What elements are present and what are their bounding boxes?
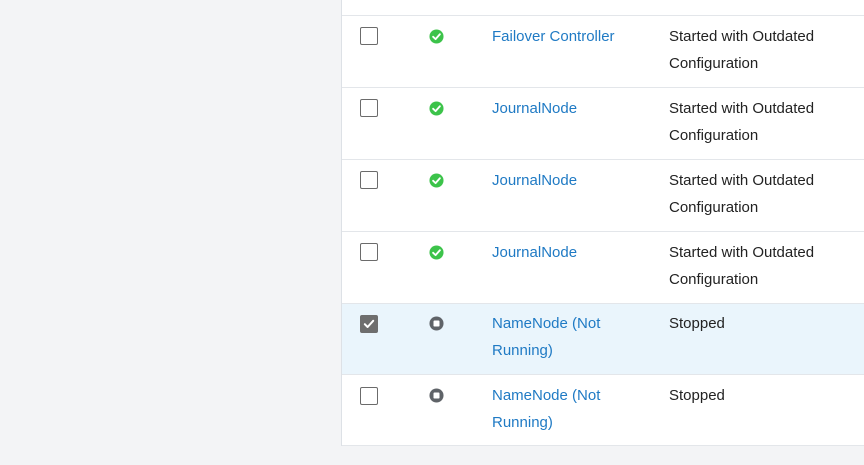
role-state: Started with Outdated Configuration: [669, 100, 815, 144]
table-row[interactable]: NameNode (Not Running) Stopped: [342, 375, 864, 446]
check-circle-icon: [429, 173, 444, 188]
table-row[interactable]: JournalNode Started with Outdated Config…: [342, 232, 864, 304]
table-row[interactable]: JournalNode Started with Outdated Config…: [342, 88, 864, 160]
row-checkbox[interactable]: [360, 243, 378, 261]
roles-table: Failover Controller Started with Outdate…: [341, 0, 864, 446]
row-checkbox[interactable]: [360, 99, 378, 117]
role-state: Started with Outdated Configuration: [669, 28, 815, 72]
table-row-selected[interactable]: NameNode (Not Running) Stopped: [342, 304, 864, 375]
check-circle-icon: [429, 101, 444, 116]
role-name-link[interactable]: JournalNode: [492, 95, 642, 122]
role-state: Stopped: [669, 387, 725, 404]
role-name-link[interactable]: Failover Controller: [492, 23, 642, 50]
row-checkbox[interactable]: [360, 171, 378, 189]
row-checkbox-checked[interactable]: [360, 315, 378, 333]
role-name-link[interactable]: JournalNode: [492, 239, 642, 266]
row-checkbox[interactable]: [360, 27, 378, 45]
role-state: Started with Outdated Configuration: [669, 172, 815, 216]
check-circle-icon: [429, 29, 444, 44]
table-row[interactable]: Failover Controller Started with Outdate…: [342, 16, 864, 88]
checkmark-icon: [363, 319, 375, 328]
role-state: Stopped: [669, 315, 725, 332]
page-background: [0, 0, 341, 465]
stopped-circle-icon: [429, 316, 444, 331]
role-name-link[interactable]: NameNode (Not Running): [492, 310, 642, 364]
role-name-link[interactable]: NameNode (Not Running): [492, 382, 642, 436]
table-row[interactable]: JournalNode Started with Outdated Config…: [342, 160, 864, 232]
check-circle-icon: [429, 245, 444, 260]
table-row-partial: [342, 0, 864, 16]
stopped-circle-icon: [429, 388, 444, 403]
role-state: Started with Outdated Configuration: [669, 244, 815, 288]
role-name-link[interactable]: JournalNode: [492, 167, 642, 194]
row-checkbox[interactable]: [360, 387, 378, 405]
